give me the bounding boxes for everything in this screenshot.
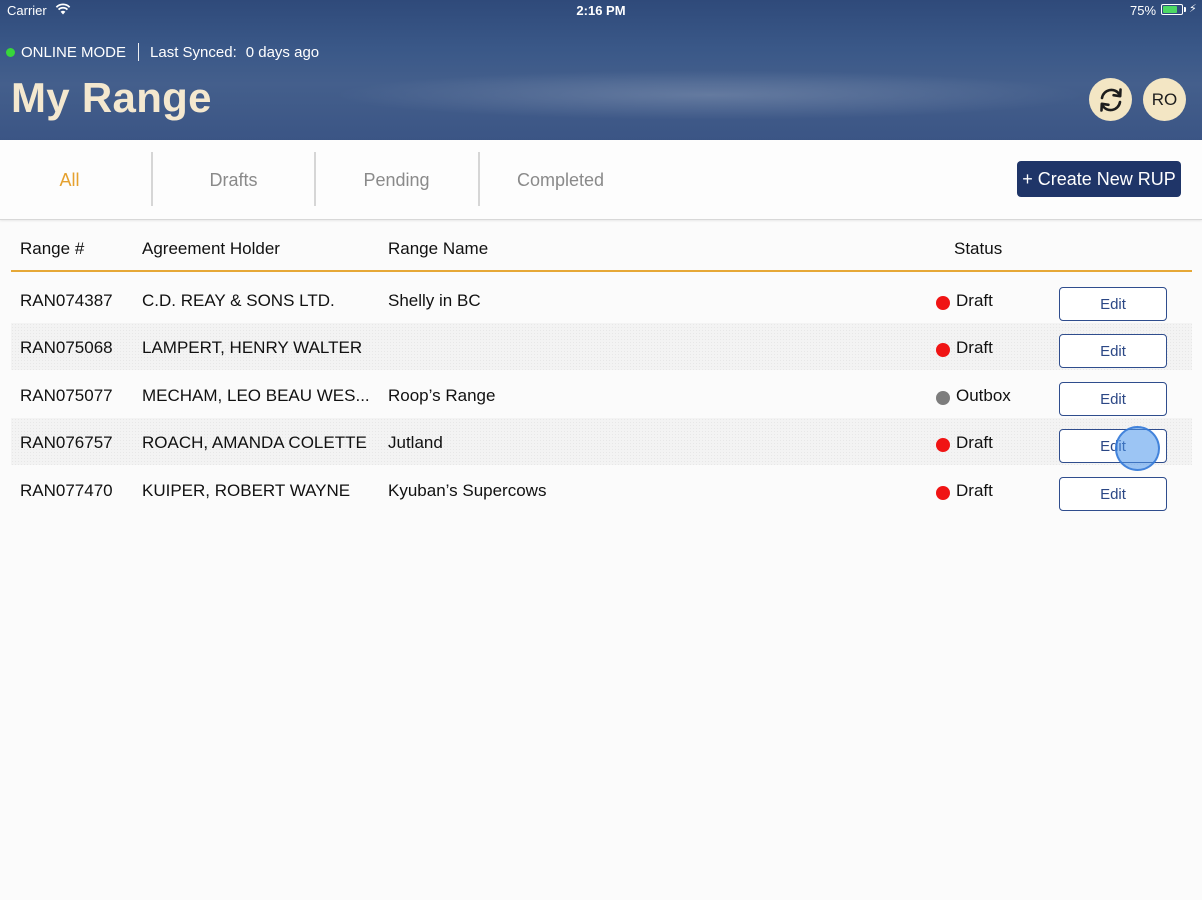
agreement-holder: KUIPER, ROBERT WAYNE [142,481,351,500]
table-row[interactable]: RAN075077 MECHAM, LEO BEAU WES... Roop’s… [11,371,1192,418]
battery-level [1163,6,1177,13]
status-divider [138,43,140,61]
status-text: Draft [956,338,993,357]
column-header-agreement-holder[interactable]: Agreement Holder [142,239,280,259]
range-name: Jutland [388,433,443,452]
connection-status: ONLINE MODE Last Synced: 0 days ago [6,43,319,61]
tab-all[interactable]: All [0,140,151,220]
range-number: RAN075077 [20,386,113,405]
battery-cap [1184,7,1186,12]
table-row[interactable]: RAN075068 LAMPERT, HENRY WALTER Draft Ed… [11,323,1192,370]
range-number: RAN077470 [20,481,113,500]
refresh-icon [1099,87,1122,112]
column-header-range-number[interactable]: Range # [20,239,84,259]
column-header-status[interactable]: Status [954,239,1002,259]
tab-completed[interactable]: Completed [479,140,642,220]
tab-drafts[interactable]: Drafts [152,140,315,220]
edit-button[interactable]: Edit [1059,382,1167,416]
battery-icon [1161,4,1183,15]
status-text: Draft [956,291,993,310]
header-background [330,70,1090,120]
app-header: Carrier 2:16 PM 75% ⚡ ONLINE MODE Last S… [0,0,1202,140]
range-number: RAN076757 [20,433,113,452]
create-new-rup-button[interactable]: + Create New RUP [1017,161,1181,197]
edit-button[interactable]: Edit [1059,334,1167,368]
status-text: Draft [956,481,993,500]
agreement-holder: ROACH, AMANDA COLETTE [142,433,367,452]
range-number: RAN074387 [20,291,113,310]
agreement-holder: C.D. REAY & SONS LTD. [142,291,335,310]
status-dot-icon [936,343,950,357]
last-synced-label: Last Synced: [150,43,237,61]
range-name: Kyuban’s Supercows [388,481,547,500]
battery-percentage: 75% [1130,3,1157,18]
table-row[interactable]: RAN076757 ROACH, AMANDA COLETTE Jutland … [11,418,1192,465]
status-dot-icon [936,438,950,452]
range-name: Roop’s Range [388,386,496,405]
touch-indicator [1115,426,1160,471]
status-text: Draft [956,433,993,452]
range-number: RAN075068 [20,338,113,357]
connection-mode: ONLINE MODE [21,43,127,61]
agreement-holder: LAMPERT, HENRY WALTER [142,338,363,357]
edit-button[interactable]: Edit [1059,287,1167,321]
status-dot-icon [936,296,950,310]
agreement-holder: MECHAM, LEO BEAU WES... [142,386,370,405]
tab-pending[interactable]: Pending [315,140,478,220]
table-row[interactable]: RAN077470 KUIPER, ROBERT WAYNE Kyuban’s … [11,466,1192,513]
ios-status-bar: Carrier 2:16 PM 75% ⚡ [0,0,1202,22]
page-title: My Range [11,74,212,121]
table-row[interactable]: RAN074387 C.D. REAY & SONS LTD. Shelly i… [11,276,1192,323]
user-avatar-button[interactable]: RO [1143,78,1186,121]
column-header-range-name[interactable]: Range Name [388,239,488,259]
status-text: Outbox [956,386,1011,405]
online-indicator-icon [6,47,15,57]
status-dot-icon [936,391,950,405]
sync-button[interactable] [1089,78,1132,121]
charging-icon: ⚡ [1189,3,1197,15]
last-synced-value: 0 days ago [245,43,320,61]
clock: 2:16 PM [576,3,626,18]
table-header: Range # Agreement Holder Range Name Stat… [11,225,1192,272]
range-name: Shelly in BC [388,291,481,310]
edit-button[interactable]: Edit [1059,477,1167,511]
status-dot-icon [936,486,950,500]
